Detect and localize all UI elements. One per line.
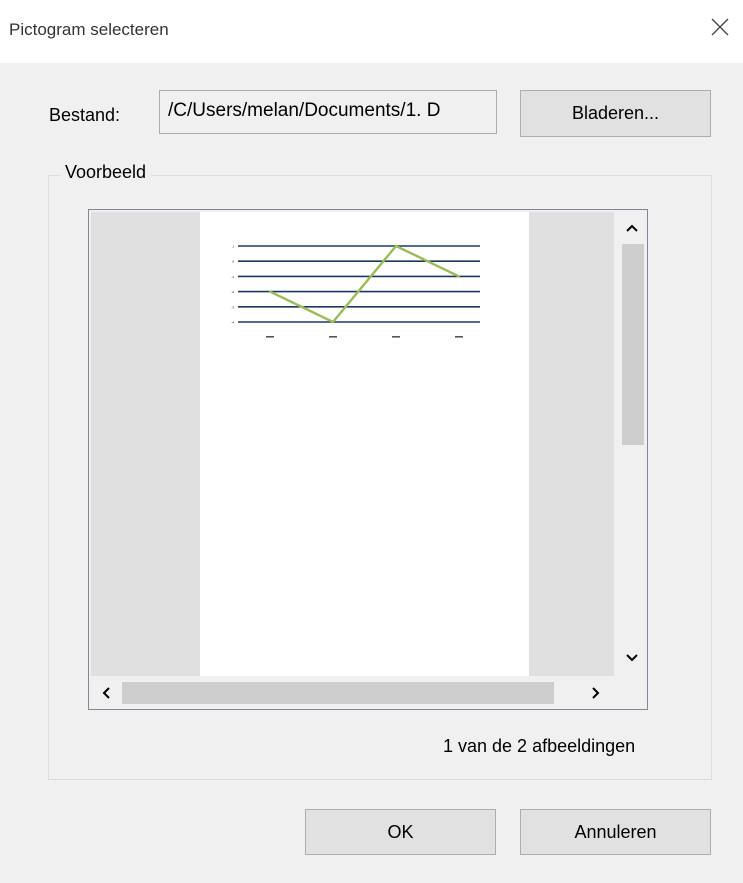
chart-y-tick-label: 0 [232,260,234,264]
chart-x-tick-label [329,336,337,338]
dialog-titlebar: Pictogram selecteren [0,0,743,63]
chart-x-tick-label [266,336,274,338]
dialog-title: Pictogram selecteren [9,20,169,39]
vertical-scrollbar[interactable] [616,210,647,675]
chart-y-tick-label: 1 [232,245,234,249]
chart-series-line [269,244,460,324]
chart-y-tick-label: -2 [231,290,234,294]
preview-page: 1 0 -1 -2 -3 -4 [200,212,529,676]
image-count-text: 1 van de 2 afbeeldingen [443,736,636,756]
horizontal-scroll-thumb[interactable] [122,682,554,704]
chart-point [458,275,460,278]
ok-button[interactable]: OK [305,809,496,855]
preview-pane[interactable]: 1 0 -1 -2 -3 -4 [88,209,648,710]
scroll-left-icon[interactable] [96,683,116,703]
scroll-right-icon[interactable] [586,683,606,703]
preview-chart: 1 0 -1 -2 -3 -4 [231,244,480,338]
file-path-field[interactable]: /C/Users/melan/Documents/1. D [159,90,497,134]
chart-y-tick-label: -1 [231,275,234,279]
browse-button[interactable]: Bladeren... [520,90,711,137]
chart-x-tick-label [392,336,400,338]
vertical-scroll-thumb[interactable] [622,244,644,445]
chart-point [395,245,397,247]
file-label: Bestand: [49,105,121,125]
scrollbar-corner [616,677,647,709]
close-icon[interactable] [707,14,733,40]
preview-canvas: 1 0 -1 -2 -3 -4 [91,212,614,676]
horizontal-scrollbar[interactable] [89,677,647,709]
chart-point [269,290,271,293]
scroll-up-icon[interactable] [622,218,642,238]
chart-x-tick-label [455,336,463,338]
preview-group-label: Voorbeeld [60,162,152,183]
cancel-button[interactable]: Annuleren [520,809,711,855]
chart-y-tick-label: -4 [231,321,234,325]
scroll-down-icon[interactable] [622,648,642,668]
chart-point [332,321,334,323]
chart-y-tick-label: -3 [231,305,234,309]
